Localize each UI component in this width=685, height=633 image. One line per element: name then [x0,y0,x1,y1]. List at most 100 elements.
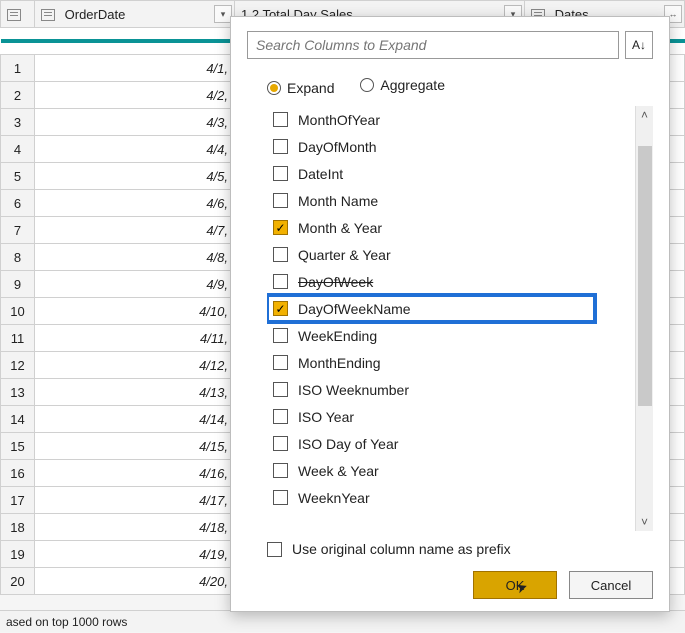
column-option-label: Month Name [298,193,378,209]
checkbox[interactable] [273,247,288,262]
column-option[interactable]: ISO Day of Year [267,430,635,457]
column-option-label: Week & Year [298,463,379,479]
cell-orderdate[interactable]: 4/7, [35,217,235,244]
cell-orderdate[interactable]: 4/13, [35,379,235,406]
row-number: 8 [1,244,35,271]
row-number: 14 [1,406,35,433]
checkbox[interactable] [273,490,288,505]
checkbox[interactable]: ✓ [273,301,288,316]
column-option[interactable]: MonthOfYear [267,106,635,133]
row-number: 10 [1,298,35,325]
column-option-label: ISO Weeknumber [298,382,409,398]
column-option[interactable]: DayOfMonth [267,133,635,160]
cancel-button[interactable]: Cancel [569,571,653,599]
cell-orderdate[interactable]: 4/8, [35,244,235,271]
cell-orderdate[interactable]: 4/14, [35,406,235,433]
cell-orderdate[interactable]: 4/20, [35,568,235,595]
checkbox[interactable] [273,166,288,181]
checkbox[interactable] [273,382,288,397]
row-number: 19 [1,541,35,568]
row-number: 3 [1,109,35,136]
cell-orderdate[interactable]: 4/17, [35,487,235,514]
ok-button[interactable]: OK ➤ [473,571,557,599]
cell-orderdate[interactable]: 4/15, [35,433,235,460]
search-input[interactable] [247,31,619,59]
scroll-up-icon[interactable]: ˄ [641,108,648,122]
row-number: 17 [1,487,35,514]
row-number: 15 [1,433,35,460]
checkbox[interactable] [273,112,288,127]
checkbox[interactable] [273,355,288,370]
checkbox[interactable] [273,436,288,451]
cell-orderdate[interactable]: 4/9, [35,271,235,298]
column-option[interactable]: ISO Year [267,403,635,430]
checkbox[interactable]: ✓ [273,220,288,235]
column-option-label: DayOfWeekName [298,301,411,317]
cell-orderdate[interactable]: 4/16, [35,460,235,487]
column-option[interactable]: ✓ DayOfWeekName [267,295,595,322]
column-option[interactable]: DateInt [267,160,635,187]
checkbox[interactable] [273,409,288,424]
checkbox[interactable] [273,463,288,478]
status-text: ased on top 1000 rows [6,615,127,629]
row-number: 6 [1,190,35,217]
column-option[interactable]: Week & Year [267,457,635,484]
column-option[interactable]: Quarter & Year [267,241,635,268]
prefix-checkbox[interactable] [267,542,282,557]
scrollbar[interactable]: ˄ ˅ [635,106,653,531]
row-number: 11 [1,325,35,352]
row-number: 18 [1,514,35,541]
sort-button[interactable]: A↓ [625,31,653,59]
cell-orderdate[interactable]: 4/2, [35,82,235,109]
column-label: OrderDate [65,7,126,22]
cell-orderdate[interactable]: 4/4, [35,136,235,163]
column-option[interactable]: ✓Month & Year [267,214,635,241]
column-header-orderdate[interactable]: OrderDate ▾ [35,1,235,28]
column-option-label: WeeknYear [298,490,370,506]
checkbox[interactable] [273,193,288,208]
column-icon [41,9,55,21]
column-option-label: DateInt [298,166,343,182]
cell-orderdate[interactable]: 4/12, [35,352,235,379]
row-number: 1 [1,55,35,82]
radio-label: Aggregate [380,77,445,93]
row-number: 20 [1,568,35,595]
row-number: 16 [1,460,35,487]
column-option[interactable]: Month Name [267,187,635,214]
cell-orderdate[interactable]: 4/3, [35,109,235,136]
checkbox[interactable] [273,328,288,343]
row-number: 12 [1,352,35,379]
table-icon [7,9,21,21]
row-number: 7 [1,217,35,244]
column-option[interactable]: WeeknYear [267,484,635,511]
column-option[interactable]: DayOfWeek [267,268,635,295]
cell-orderdate[interactable]: 4/10, [35,298,235,325]
radio-dot-icon [360,78,374,92]
row-number: 2 [1,82,35,109]
cell-orderdate[interactable]: 4/18, [35,514,235,541]
column-option-label: ISO Year [298,409,354,425]
scroll-thumb[interactable] [638,146,652,406]
cell-orderdate[interactable]: 4/19, [35,541,235,568]
column-option-label: Quarter & Year [298,247,391,263]
column-option[interactable]: WeekEnding [267,322,635,349]
column-option-label: DayOfMonth [298,139,377,155]
column-option[interactable]: ISO Weeknumber [267,376,635,403]
checkbox[interactable] [273,139,288,154]
button-label: Cancel [591,578,631,593]
cell-orderdate[interactable]: 4/1, [35,55,235,82]
checkbox[interactable] [273,274,288,289]
button-label: OK [506,578,525,593]
column-option[interactable]: MonthEnding [267,349,635,376]
radio-expand[interactable]: Expand [267,80,334,96]
column-option-label: MonthOfYear [298,112,380,128]
radio-aggregate[interactable]: Aggregate [360,77,445,93]
scroll-down-icon[interactable]: ˅ [641,515,648,529]
cell-orderdate[interactable]: 4/6, [35,190,235,217]
expand-columns-popup: A↓ Expand Aggregate MonthOfYear DayOfMont… [230,16,670,612]
prefix-label: Use original column name as prefix [292,541,511,557]
cell-orderdate[interactable]: 4/11, [35,325,235,352]
sort-icon: A↓ [632,38,646,52]
cell-orderdate[interactable]: 4/5, [35,163,235,190]
row-number: 13 [1,379,35,406]
